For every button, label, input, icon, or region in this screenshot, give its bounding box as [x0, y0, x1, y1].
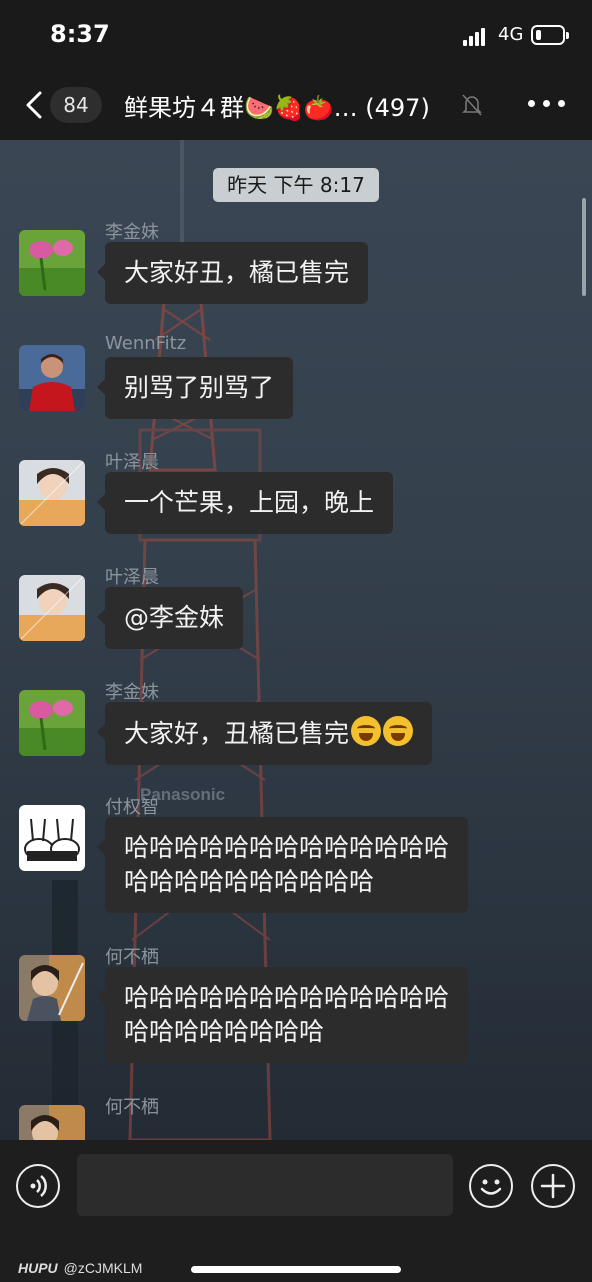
message-input[interactable]	[77, 1154, 453, 1216]
sender-name: 付权智	[105, 797, 159, 818]
chevron-left-icon[interactable]	[22, 90, 48, 120]
avatar[interactable]	[19, 1105, 85, 1140]
sender-name: 叶泽晨	[105, 567, 159, 588]
chat-title: 鲜果坊４群🍉🍓🍅… (497)	[124, 94, 430, 122]
message-text: 别骂了别骂了	[124, 373, 275, 402]
sender-name: 叶泽晨	[105, 452, 159, 473]
plus-icon	[540, 1173, 566, 1199]
voice-button[interactable]	[16, 1164, 60, 1208]
clock: 8:37	[50, 20, 110, 48]
message-bubble[interactable]: 哈哈哈哈哈哈哈哈哈哈哈哈哈 哈哈哈哈哈哈哈哈	[96, 967, 469, 1063]
chat-area[interactable]: Panasonic 昨天 下午 8:17 李金妹 大家好丑，橘已售完 WennF…	[0, 140, 592, 1140]
watermark-brand: HUPU	[18, 1260, 58, 1276]
message-bubble[interactable]: 一个芒果，上园，晚上	[96, 472, 394, 534]
status-bar: 8:37 4G	[0, 0, 592, 72]
more-icon[interactable]	[528, 100, 566, 110]
scrollbar[interactable]	[582, 198, 586, 296]
message-text-line: 哈哈哈哈哈哈哈哈	[124, 1017, 325, 1046]
avatar[interactable]	[19, 805, 85, 871]
sender-name: 李金妹	[105, 682, 159, 703]
message-text: 大家好，丑橘已售完	[124, 719, 350, 748]
message-text-line: 哈哈哈哈哈哈哈哈哈哈哈哈哈	[124, 983, 450, 1012]
message-bubble[interactable]: @李金妹	[96, 587, 244, 649]
message-text: 一个芒果，上园，晚上	[124, 488, 375, 517]
message-bubble[interactable]: 别骂了别骂了	[96, 357, 294, 419]
message-text-line: 哈哈哈哈哈哈哈哈哈哈哈哈哈	[124, 833, 450, 862]
unread-badge[interactable]: 84	[50, 87, 102, 123]
network-type: 4G	[498, 24, 524, 45]
voice-icon	[30, 1175, 47, 1197]
smile-icon	[480, 1179, 502, 1195]
avatar[interactable]	[19, 575, 85, 641]
sender-name: 何不栖	[105, 1097, 159, 1118]
watermark-handle: @zCJMKLM	[63, 1260, 143, 1276]
home-indicator[interactable]	[191, 1266, 401, 1273]
avatar[interactable]	[19, 230, 85, 296]
avatar[interactable]	[19, 460, 85, 526]
input-bar: HUPU @zCJMKLM	[0, 1140, 592, 1282]
chat-header: 84 鲜果坊４群🍉🍓🍅… (497)	[0, 72, 592, 140]
emoji-button[interactable]	[469, 1164, 513, 1208]
message-text-line: 哈哈哈哈哈哈哈哈哈哈	[124, 867, 375, 896]
sender-name: 李金妹	[105, 222, 159, 243]
bell-slash-icon	[462, 94, 482, 116]
watermark: HUPU @zCJMKLM	[18, 1260, 142, 1276]
avatar[interactable]	[19, 955, 85, 1021]
battery-icon	[531, 25, 569, 45]
sender-name: WennFitz	[105, 333, 187, 354]
message-text: @李金妹	[124, 603, 225, 632]
plus-button[interactable]	[531, 1164, 575, 1208]
sender-name: 何不栖	[105, 947, 159, 968]
message-bubble[interactable]: 大家好，丑橘已售完	[96, 702, 433, 765]
time-divider: 昨天 下午 8:17	[213, 168, 379, 202]
laughing-crying-emoji	[351, 716, 382, 746]
avatar[interactable]	[19, 345, 85, 411]
signal-icon	[463, 28, 491, 46]
avatar[interactable]	[19, 690, 85, 756]
message-bubble[interactable]: 大家好丑，橘已售完	[96, 242, 369, 304]
message-text: 大家好丑，橘已售完	[124, 258, 350, 287]
laughing-crying-emoji	[383, 716, 414, 746]
message-bubble[interactable]: 哈哈哈哈哈哈哈哈哈哈哈哈哈 哈哈哈哈哈哈哈哈哈哈	[96, 817, 469, 913]
